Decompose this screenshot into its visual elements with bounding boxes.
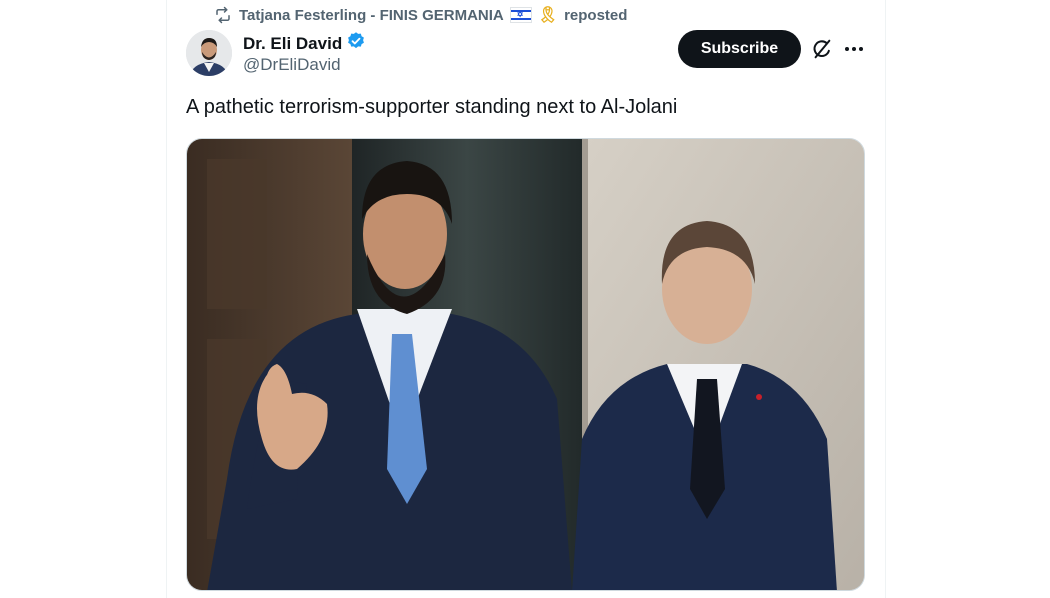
more-icon[interactable] [843,38,865,60]
author-name[interactable]: Dr. Eli David [243,34,342,54]
avatar[interactable] [186,30,232,76]
verified-badge-icon [346,31,366,56]
repost-icon [213,5,233,25]
israel-flag-icon: ✡ [509,7,532,23]
grok-icon[interactable] [811,38,833,60]
author-handle[interactable]: @DrEliDavid [243,55,341,75]
repost-context[interactable]: Tatjana Festerling - FINIS GERMANIA ✡ 🎗 … [213,5,627,25]
yellow-ribbon-icon: 🎗 [537,7,559,24]
repost-action-label: reposted [564,6,628,24]
repost-user-name[interactable]: Tatjana Festerling - FINIS GERMANIA [239,7,504,24]
tweet-text: A pathetic terrorism-supporter standing … [186,96,678,118]
author-name-row[interactable]: Dr. Eli David [243,31,366,56]
tweet-photo[interactable] [186,138,865,591]
subscribe-button[interactable]: Subscribe [678,30,801,68]
